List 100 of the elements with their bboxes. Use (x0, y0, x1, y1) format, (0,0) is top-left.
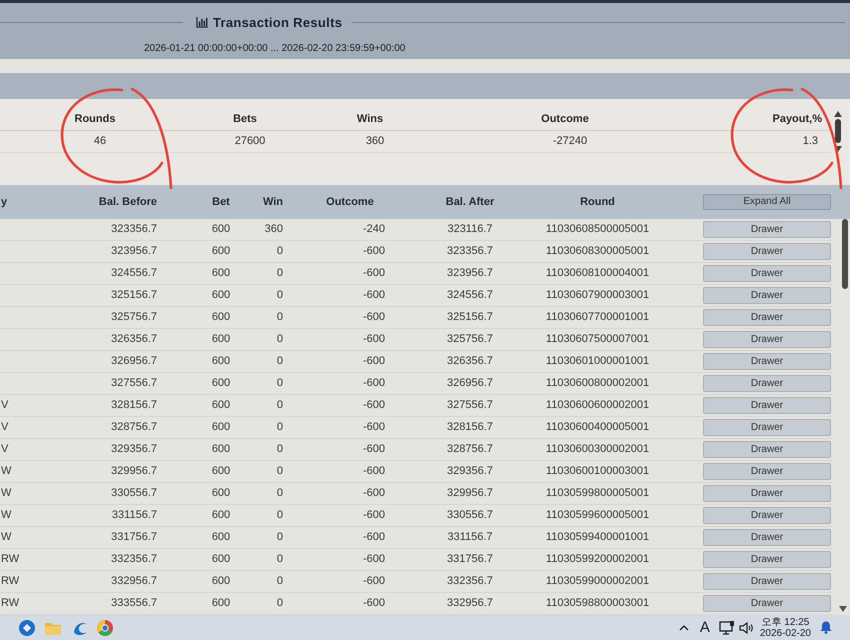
drawer-button[interactable]: Drawer (703, 573, 831, 590)
summary-value: 46 (94, 134, 106, 150)
table-cell-text: 11030608100004001 (546, 266, 650, 282)
table-cell-text: 332956.7 (447, 596, 493, 612)
table-cell-text: 600 (212, 596, 230, 612)
chevron-up-icon[interactable] (678, 624, 689, 630)
scrollbar-thumb[interactable] (842, 219, 848, 289)
table-cell-text: 600 (212, 486, 230, 502)
round-app-icon[interactable] (19, 620, 35, 636)
table-cell-text: 323356.7 (447, 244, 493, 260)
table-cell-text: 600 (212, 332, 230, 348)
table-cell-text: -240 (362, 222, 385, 238)
table-cell-text: V (1, 398, 8, 414)
drawer-button[interactable]: Drawer (703, 397, 831, 414)
scrollbar-thumb[interactable] (835, 119, 841, 143)
monitor-icon[interactable] (718, 620, 735, 634)
drawer-button[interactable]: Drawer (703, 463, 831, 480)
drawer-button[interactable]: Drawer (703, 507, 831, 524)
drawer-button[interactable]: Drawer (703, 441, 831, 458)
table-cell-text: -600 (362, 266, 385, 282)
table-cell-text: -600 (362, 464, 385, 480)
table-cell-text: 327556.7 (111, 376, 157, 392)
table-cell-text: RW (1, 574, 20, 590)
table-cell-text: 329356.7 (447, 464, 493, 480)
table-cell-text: 327556.7 (447, 398, 493, 414)
drawer-button[interactable]: Drawer (703, 529, 831, 546)
column-header: Round (580, 194, 615, 210)
table-cell-text: 330556.7 (111, 486, 157, 502)
input-indicator[interactable]: A (700, 620, 710, 635)
table-cell-text: 331156.7 (447, 530, 493, 546)
table-cell-text: 0 (276, 354, 283, 370)
table-cell-text: -600 (362, 552, 385, 568)
page-title: Transaction Results (213, 14, 342, 32)
drawer-button[interactable]: Drawer (703, 243, 831, 260)
drawer-button[interactable]: Drawer (703, 353, 831, 370)
table-cell-text: 600 (212, 310, 230, 326)
bell-icon[interactable] (820, 621, 832, 634)
table-cell-text: 328756.7 (447, 442, 493, 458)
table-cell-text: 11030600600002001 (546, 398, 650, 414)
table-cell-text: RW (1, 552, 20, 568)
drawer-button[interactable]: Drawer (703, 419, 831, 436)
table-cell-text: 600 (212, 354, 230, 370)
expand-all-button[interactable]: Expand All (703, 194, 831, 210)
table-cell-text: 332956.7 (111, 574, 157, 590)
summary-value: 360 (366, 134, 384, 150)
summary-value: 27600 (234, 134, 266, 150)
drawer-button[interactable]: Drawer (703, 331, 831, 348)
table-cell-text: 600 (212, 552, 230, 568)
table-cell-text: 332356.7 (447, 574, 493, 590)
drawer-button[interactable]: Drawer (703, 287, 831, 304)
table-cell-text: 600 (212, 530, 230, 546)
table-cell-text: 600 (212, 266, 230, 282)
scroll-down-arrow-icon[interactable] (834, 146, 842, 152)
column-header: Rounds (74, 112, 116, 128)
table-cell-text: 11030607700001001 (546, 310, 650, 326)
round-logo-icon[interactable] (97, 620, 113, 636)
table-cell-text: 328156.7 (447, 420, 493, 436)
table-cell-text: 326356.7 (447, 354, 493, 370)
table-cell-text: 0 (276, 310, 283, 326)
drawer-button[interactable]: Drawer (703, 595, 831, 612)
table-cell-text: 331156.7 (112, 508, 157, 524)
table-cell-text: 11030599600005001 (546, 508, 650, 524)
table-cell-text: 329956.7 (447, 486, 493, 502)
table-cell-text: 0 (276, 552, 283, 568)
column-header: Bet (212, 194, 230, 210)
clock-time[interactable]: 오후 12:25 (762, 616, 810, 628)
speaker-icon[interactable] (738, 622, 753, 634)
table-cell-text: 0 (276, 442, 283, 458)
table-cell-text: V (1, 442, 8, 458)
drawer-button[interactable]: Drawer (703, 265, 831, 282)
drawer-button[interactable]: Drawer (703, 221, 831, 238)
table-cell-text: 11030601000001001 (546, 354, 650, 370)
table-cell-text: 0 (276, 398, 283, 414)
drawer-button[interactable]: Drawer (703, 485, 831, 502)
table-cell-text: 329956.7 (111, 464, 157, 480)
table-cell-text: -600 (362, 310, 385, 326)
column-header: y (1, 194, 8, 210)
table-cell-text: 11030600800002001 (546, 376, 650, 392)
table-cell-text: RW (1, 596, 20, 612)
table-cell-text: -600 (362, 486, 385, 502)
table-cell-text: 0 (276, 244, 283, 260)
drawer-button[interactable]: Drawer (703, 309, 831, 326)
column-header: Outcome (326, 194, 374, 210)
scroll-up-arrow-icon[interactable] (834, 111, 842, 117)
table-cell-text: -600 (362, 530, 385, 546)
column-header: Bal. After (446, 194, 494, 210)
table-cell-text: 11030599400001001 (546, 530, 650, 546)
table-cell-text: 11030607900003001 (546, 288, 650, 304)
clock-date[interactable]: 2026-02-20 (760, 628, 811, 638)
scroll-down-arrow-icon[interactable] (838, 606, 846, 612)
table-cell-text: -600 (362, 420, 385, 436)
drawer-button[interactable]: Drawer (703, 551, 831, 568)
table-cell-text: 600 (212, 288, 230, 304)
table-cell-text: 11030599000002001 (546, 574, 650, 590)
table-cell-text: 323956.7 (447, 266, 493, 282)
table-cell-text: 600 (212, 376, 230, 392)
drawer-button[interactable]: Drawer (703, 375, 831, 392)
column-header: Bal. Before (98, 194, 157, 210)
table-cell-text: 323956.7 (111, 244, 157, 260)
table-cell-text: 326356.7 (111, 332, 157, 348)
